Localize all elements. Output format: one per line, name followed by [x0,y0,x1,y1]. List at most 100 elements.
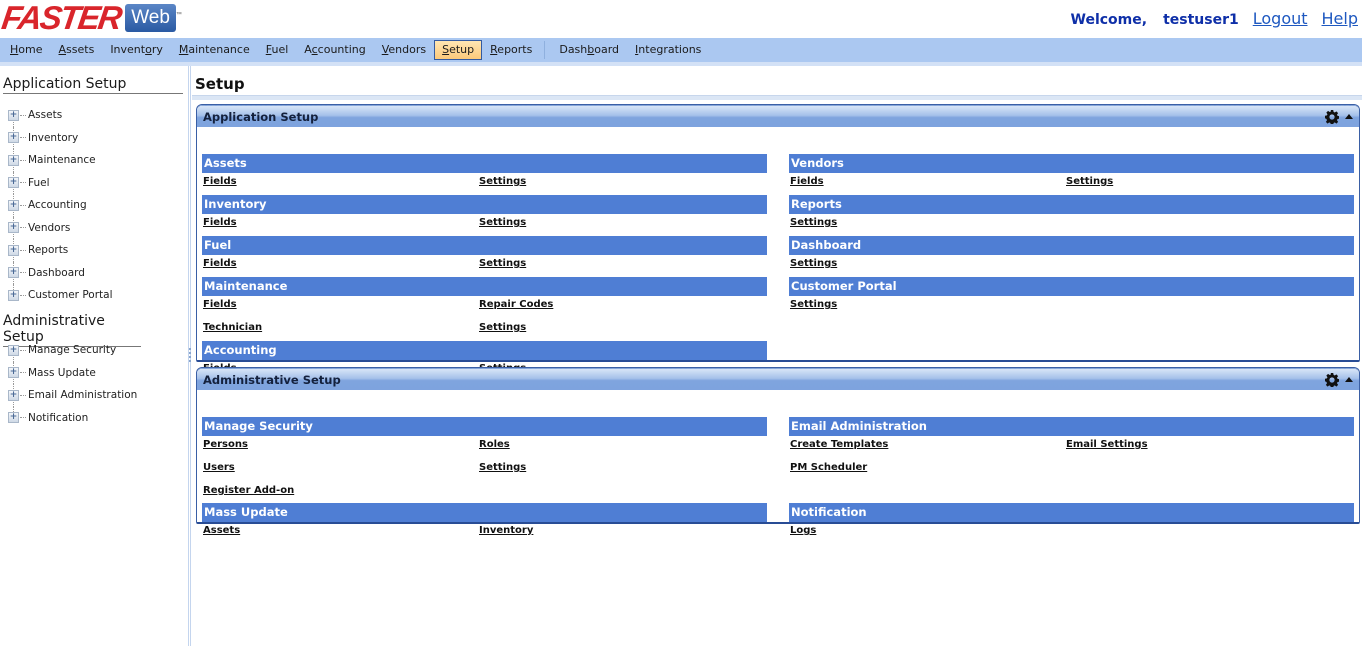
tree-connector [20,114,26,116]
menu-item-inventory[interactable]: Inventory [102,40,171,60]
fuel-settings-link[interactable]: Settings [479,258,526,269]
manage-security-roles-link[interactable]: Roles [479,439,510,450]
manage-security-settings-link[interactable]: Settings [479,462,526,473]
application-setup-tree: + Assets + Inventory + Maintenance + Fuel + Accou… [8,104,113,307]
sidebar-item-accounting[interactable]: + Accounting [8,194,113,217]
manage-security-users-link[interactable]: Users [203,462,235,473]
section-header: Reports [789,195,1354,214]
menu-item-home[interactable]: Home [2,40,51,60]
link-row: Fields Settings [202,255,767,278]
expand-plus-icon[interactable]: + [8,244,19,256]
mass-update-assets-link[interactable]: Assets [203,525,240,536]
expand-plus-icon[interactable]: + [8,132,19,144]
sidebar-item-label: Maintenance [28,154,96,167]
sidebar-item-reports[interactable]: + Reports [8,239,113,262]
assets-fields-link[interactable]: Fields [203,176,237,187]
section-maintenance: Maintenance Fields Repair Codes Technician S… [202,277,767,342]
panel-header: Application Setup [197,105,1359,127]
sidebar-item-manage-security[interactable]: + Manage Security [8,339,137,362]
expand-plus-icon[interactable]: + [8,177,19,189]
expand-plus-icon[interactable]: + [8,109,19,121]
splitter-grip-handle[interactable] [189,348,191,362]
gear-icon[interactable] [1325,372,1339,387]
link-row: PM Scheduler [789,459,1354,482]
sidebar-item-inventory[interactable]: + Inventory [8,126,113,150]
manage-security-persons-link[interactable]: Persons [203,439,248,450]
menu-item-dashboard[interactable]: Dashboard [551,40,627,60]
application-setup-panel: Application Setup Assets Fields Settings In… [196,104,1360,374]
menu-item-accounting[interactable]: Accounting [296,40,373,60]
menu-item-setup[interactable]: Setup [434,40,483,60]
sidebar-item-maintenance[interactable]: + Maintenance [8,149,113,172]
menu-label-part: counting [317,43,366,56]
manage-security-register-add-on-link[interactable]: Register Add-on [203,485,294,496]
link-row: Register Add-on [202,482,767,505]
page-title: Setup [195,75,245,93]
menu-item-maintenance[interactable]: Maintenance [171,40,258,60]
menu-item-assets[interactable]: Assets [51,40,103,60]
email-administration-pm-scheduler-link[interactable]: PM Scheduler [790,462,867,473]
panel-tools [1325,372,1353,387]
assets-settings-link[interactable]: Settings [479,176,526,187]
sidebar-item-mass-update[interactable]: + Mass Update [8,361,137,385]
section-reports: Reports Settings [789,195,1354,237]
menu-label-part: endors [388,43,427,56]
sidebar-item-vendors[interactable]: + Vendors [8,216,113,240]
menu-item-vendors[interactable]: Vendors [374,40,434,60]
vendors-settings-link[interactable]: Settings [1066,176,1113,187]
maintenance-settings-link[interactable]: Settings [479,322,526,333]
expand-plus-icon[interactable]: + [8,267,19,279]
expand-plus-icon[interactable]: + [8,289,19,301]
expand-plus-icon[interactable]: + [8,344,19,356]
inventory-fields-link[interactable]: Fields [203,217,237,228]
section-header: Fuel [202,236,767,255]
gear-icon[interactable] [1325,109,1339,124]
sidebar-item-customer-portal[interactable]: + Customer Portal [8,284,113,307]
sidebar-item-label: Assets [28,109,63,122]
link-row: Technician Settings [202,319,767,342]
expand-plus-icon[interactable]: + [8,367,19,379]
email-administration-create-templates-link[interactable]: Create Templates [790,439,888,450]
sidebar-item-assets[interactable]: + Assets [8,104,113,127]
expand-plus-icon[interactable]: + [8,389,19,401]
email-administration-email-settings-link[interactable]: Email Settings [1066,439,1148,450]
sidebar-heading-application-setup: Application Setup [3,76,183,94]
customer-portal-settings-link[interactable]: Settings [790,299,837,310]
sidebar-item-dashboard[interactable]: + Dashboard [8,261,113,285]
sidebar-item-email-administration[interactable]: + Email Administration [8,384,137,407]
menu-item-reports[interactable]: Reports [482,40,540,60]
maintenance-fields-link[interactable]: Fields [203,299,237,310]
sidebar-item-fuel[interactable]: + Fuel [8,171,113,195]
expand-plus-icon[interactable]: + [8,154,19,166]
maintenance-technician-link[interactable]: Technician [203,322,262,333]
menu-item-fuel[interactable]: Fuel [258,40,297,60]
sidebar-item-label: Manage Security [28,344,117,357]
reports-settings-link[interactable]: Settings [790,217,837,228]
notification-logs-link[interactable]: Logs [790,525,816,536]
logout-link[interactable]: Logout [1253,9,1308,28]
expand-plus-icon[interactable]: + [8,199,19,211]
menu-label-part: ssets [66,43,95,56]
help-link[interactable]: Help [1322,9,1358,28]
vendors-fields-link[interactable]: Fields [790,176,824,187]
expand-plus-icon[interactable]: + [8,412,19,424]
main-content: Setup Application Setup Assets Fields Sett… [192,66,1362,646]
user-box: Welcome, testuser1 Logout Help [1071,9,1358,28]
sidebar-item-label: Inventory [28,131,79,144]
link-row [789,482,1354,505]
link-row: Fields Settings [202,173,767,196]
mass-update-inventory-link[interactable]: Inventory [479,525,533,536]
menu-separator [544,41,546,59]
inventory-settings-link[interactable]: Settings [479,217,526,228]
expand-plus-icon[interactable]: + [8,222,19,234]
sidebar-item-label: Fuel [28,176,50,189]
collapse-caret-icon[interactable] [1345,114,1353,119]
menu-item-integrations[interactable]: Integrations [627,40,709,60]
maintenance-repair-codes-link[interactable]: Repair Codes [479,299,553,310]
dashboard-settings-link[interactable]: Settings [790,258,837,269]
sidebar-item-notification[interactable]: + Notification [8,406,137,430]
sidebar-item-label: Email Administration [28,389,138,402]
faster-web-logo[interactable]: FASTER Web ™ [0,0,182,36]
fuel-fields-link[interactable]: Fields [203,258,237,269]
collapse-caret-icon[interactable] [1345,377,1353,382]
